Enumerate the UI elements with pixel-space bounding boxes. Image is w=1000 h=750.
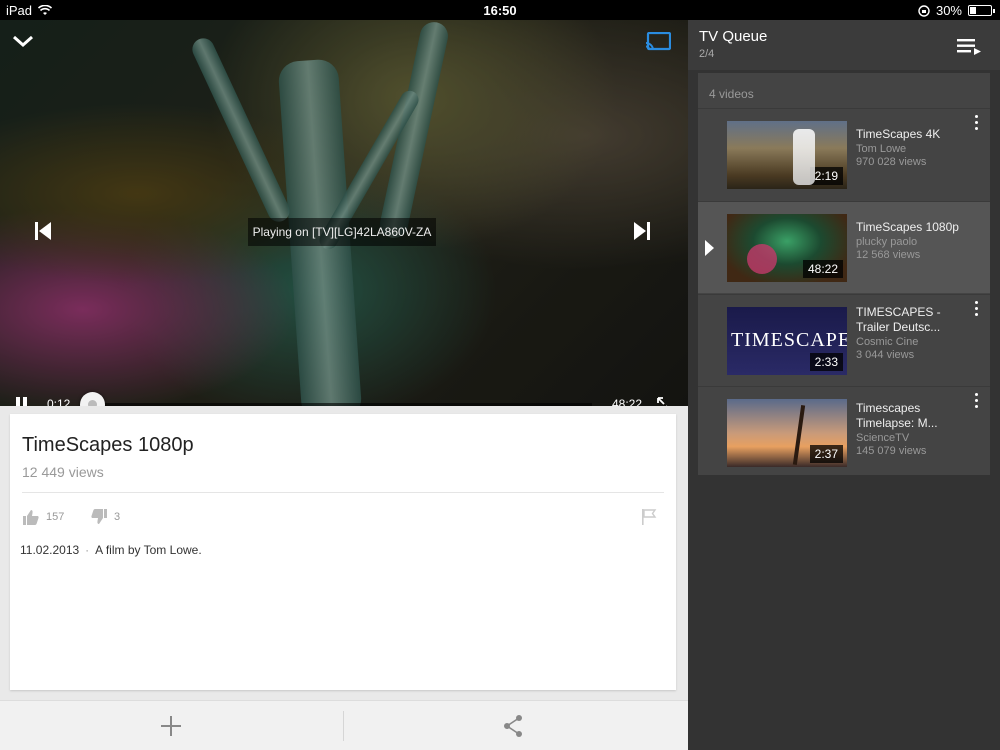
queue-item-views: 970 028 views xyxy=(856,156,927,168)
battery-percent: 30% xyxy=(935,3,962,18)
queue-header: TV Queue 2/4 xyxy=(688,20,1000,70)
queue-item-title: TIMESCAPES - Trailer Deutsc... xyxy=(856,305,941,334)
thumbs-down-icon xyxy=(91,509,107,524)
video-thumbnail: 48:22 xyxy=(727,214,847,282)
queue-item-title: TimeScapes 1080p xyxy=(856,220,959,234)
fullscreen-icon[interactable] xyxy=(656,396,674,406)
queue-list: 4 videos 2:19 TimeScapes 4K Tom Lowe 970… xyxy=(698,73,990,475)
queue-item-channel: Tom Lowe xyxy=(856,143,907,155)
now-playing-indicator-icon xyxy=(705,240,714,256)
share-icon[interactable] xyxy=(502,714,524,738)
queue-position: 2/4 xyxy=(699,48,715,60)
queue-item-title: TimeScapes 4K xyxy=(856,127,941,141)
thumb-duration: 48:22 xyxy=(802,260,843,278)
video-thumbnail: 2:19 xyxy=(727,121,847,189)
status-time: 16:50 xyxy=(483,3,517,18)
upload-date: 11.02.2013 xyxy=(20,543,80,557)
video-title: TimeScapes 1080p xyxy=(22,434,194,456)
thumbnail-text: TIMESCAPES xyxy=(731,329,847,351)
video-thumbnail: 2:37 xyxy=(727,399,847,467)
like-button[interactable]: 157 xyxy=(22,508,64,526)
divider xyxy=(22,492,664,493)
duration: 48:22 xyxy=(612,397,643,406)
skip-next-icon[interactable] xyxy=(632,220,652,242)
thumb-duration: 2:33 xyxy=(809,353,843,371)
like-count: 157 xyxy=(46,511,65,523)
queue-item-channel: Cosmic Cine xyxy=(856,336,919,348)
tv-queue-panel: TV Queue 2/4 4 videos 2:19 TimeScapes 4K… xyxy=(688,20,1000,750)
video-description: 11.02.2013 · A film by Tom Lowe. xyxy=(20,543,202,557)
video-views: 12 449 views xyxy=(22,464,104,480)
action-divider xyxy=(343,711,344,741)
queue-item[interactable]: TIMESCAPES 2:33 TIMESCAPES - Trailer Deu… xyxy=(698,294,990,386)
queue-item-channel: ScienceTV xyxy=(856,432,910,444)
queue-count: 4 videos xyxy=(709,87,754,101)
more-vert-icon[interactable] xyxy=(973,393,979,411)
video-thumbnail: TIMESCAPES 2:33 xyxy=(727,307,847,375)
queue-item-channel: plucky paolo xyxy=(856,236,918,248)
playlist-icon[interactable] xyxy=(956,36,982,56)
current-time: 0:12 xyxy=(47,397,71,406)
description-text: A film by Tom Lowe. xyxy=(95,543,202,557)
queue-item-views: 145 079 views xyxy=(856,445,927,457)
thumb-duration: 2:37 xyxy=(809,445,843,463)
action-bar xyxy=(0,700,688,750)
pause-icon[interactable] xyxy=(14,396,30,406)
description-separator: · xyxy=(85,543,90,557)
chevron-down-icon[interactable] xyxy=(12,34,34,48)
status-bar: iPad 16:50 30% xyxy=(0,0,1000,20)
battery-icon xyxy=(968,5,995,16)
queue-item-title: Timescapes Timelapse: M... xyxy=(856,401,938,430)
thumbs-up-icon xyxy=(23,510,39,525)
queue-item[interactable]: 2:37 Timescapes Timelapse: M... ScienceT… xyxy=(698,386,990,478)
flag-icon[interactable] xyxy=(640,508,658,526)
more-vert-icon[interactable] xyxy=(973,301,979,319)
more-vert-icon[interactable] xyxy=(973,115,979,133)
dislike-button[interactable]: 3 xyxy=(90,508,120,526)
video-info-card: TimeScapes 1080p 12 449 views 157 3 11.0… xyxy=(10,414,676,690)
thumb-duration: 2:19 xyxy=(809,167,843,185)
video-info-area: TimeScapes 1080p 12 449 views 157 3 11.0… xyxy=(0,406,688,700)
cast-icon[interactable] xyxy=(645,32,671,52)
queue-item-active[interactable]: 48:22 TimeScapes 1080p plucky paolo 12 5… xyxy=(698,201,990,293)
queue-item[interactable]: 2:19 TimeScapes 4K Tom Lowe 970 028 view… xyxy=(698,108,990,200)
queue-item-views: 12 568 views xyxy=(856,249,921,261)
skip-previous-icon[interactable] xyxy=(33,220,53,242)
dislike-count: 3 xyxy=(114,511,121,523)
now-playing-label: Playing on [TV][LG]42LA860V-ZA xyxy=(248,218,436,246)
video-player[interactable]: Playing on [TV][LG]42LA860V-ZA 0:12 48:2… xyxy=(0,20,688,406)
queue-title: TV Queue xyxy=(699,28,768,45)
queue-item-views: 3 044 views xyxy=(856,349,915,361)
rotation-lock-icon xyxy=(918,4,930,17)
add-icon[interactable] xyxy=(160,715,182,737)
